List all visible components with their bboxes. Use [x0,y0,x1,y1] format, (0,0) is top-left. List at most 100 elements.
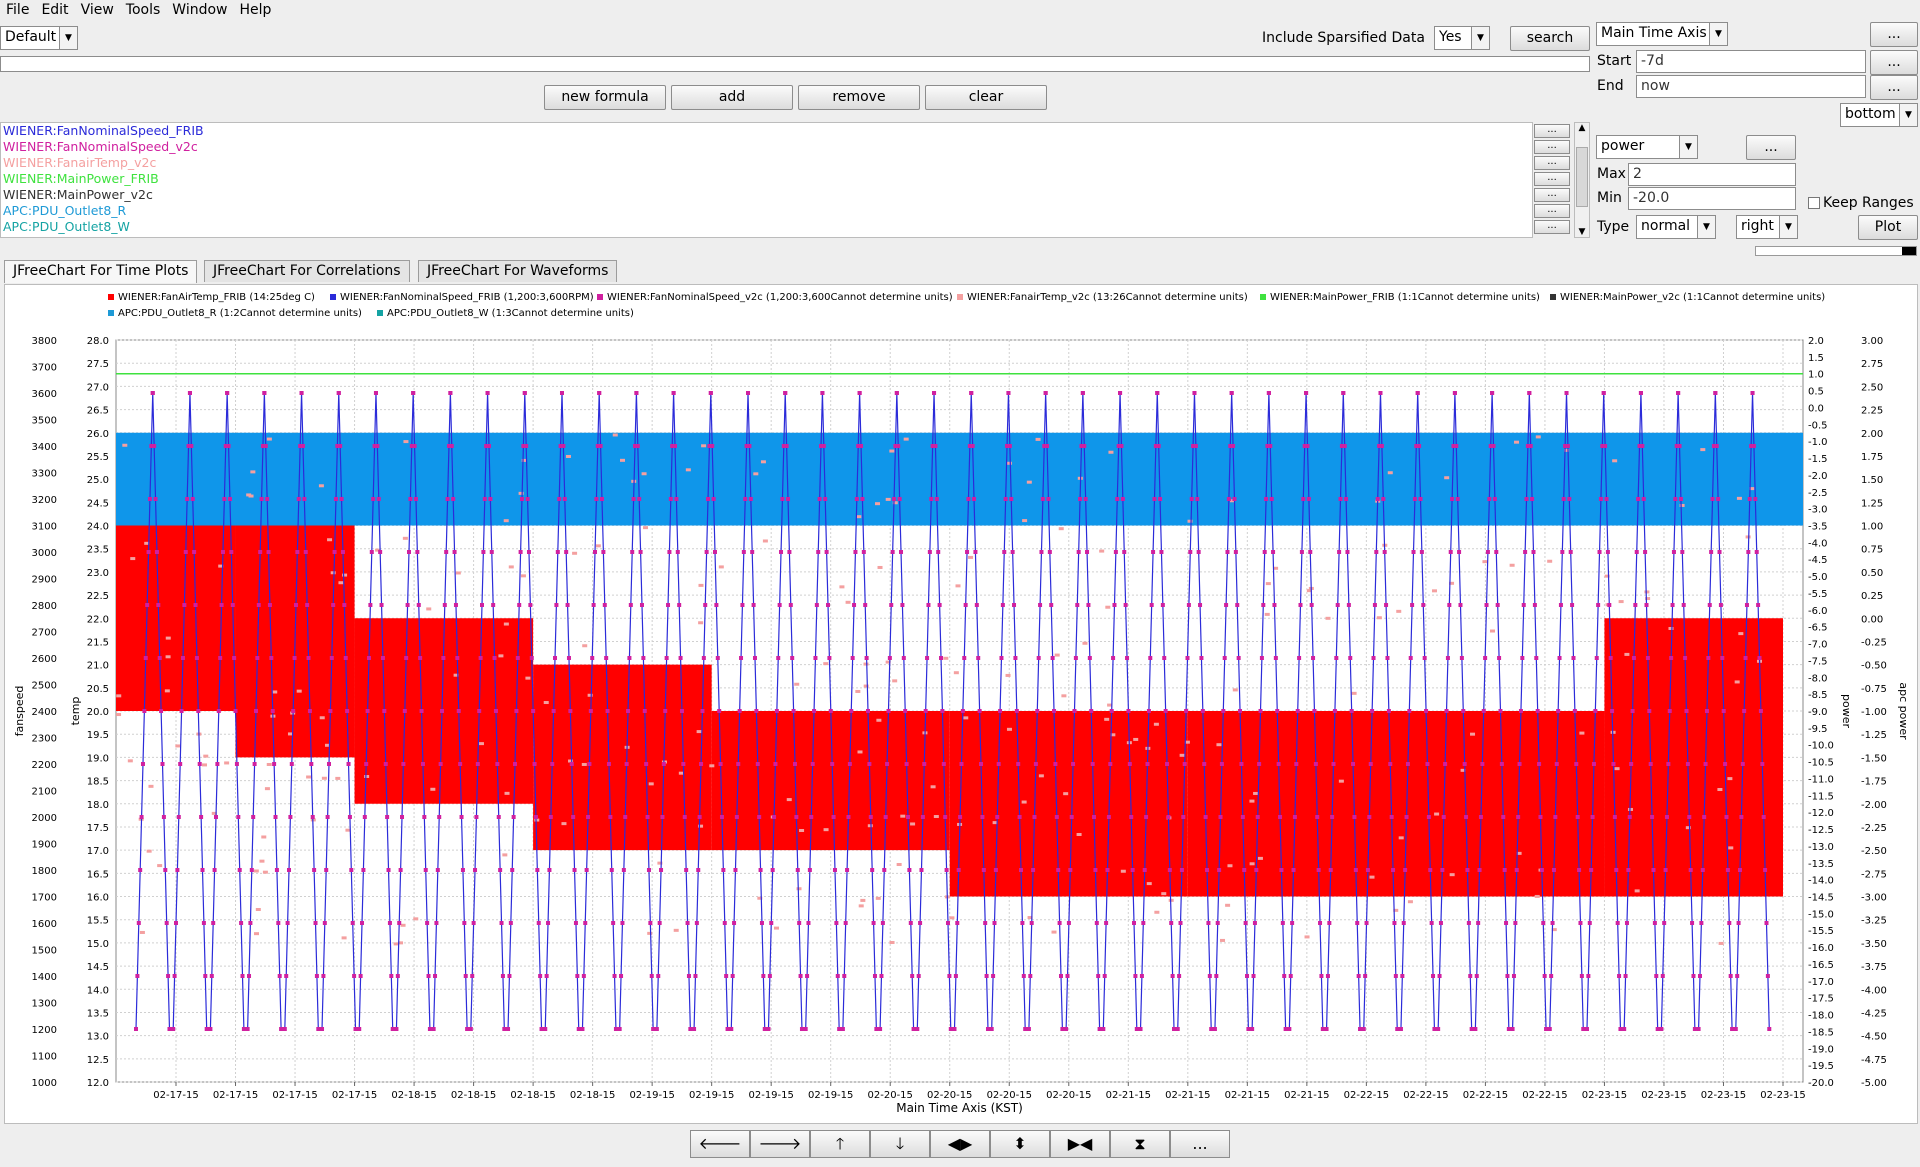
pv-edit-button[interactable]: ... [1534,140,1570,154]
fan-speed-point [843,921,848,925]
scroll-down-icon[interactable]: ▼ [1575,227,1589,237]
fan-speed-point [1410,603,1415,607]
temp-tick-label: 21.5 [87,637,109,648]
menu-edit[interactable]: Edit [35,0,74,20]
pv-list-item[interactable]: WIENER:MainPower_FRIB [1,171,1532,187]
fan-speed-point [1021,974,1026,978]
fan-speed-point [328,709,333,713]
end-field[interactable]: now [1636,75,1866,98]
max-field[interactable]: 2 [1628,163,1796,186]
fan-speed-point [571,815,576,819]
pv-list-item[interactable]: WIENER:MainPower_v2c [1,187,1532,203]
fan-speed-point [316,1027,321,1031]
menu-file[interactable]: File [0,0,35,20]
pv-edit-button[interactable]: ... [1534,220,1570,234]
time-tick-label: 02-19-15 [689,1090,734,1101]
fan-speed-point [1232,497,1237,501]
time-plot-chart[interactable]: WIENER:FanAirTemp_FRIB (14:25deg C) WIENE… [5,285,1917,1123]
fanair-temp-point [641,472,647,476]
more-icon[interactable]: ... [1170,1130,1230,1158]
pv-list-item[interactable]: WIENER:FanNominalSpeed_FRIB [1,123,1532,139]
pv-edit-button[interactable]: ... [1534,172,1570,186]
include-sparsified-select[interactable]: Yes ▼ [1434,26,1490,50]
fan-speed-point [856,444,861,448]
min-field[interactable]: -20.0 [1628,187,1796,210]
pv-edit-button[interactable]: ... [1534,188,1570,202]
value-axis-select[interactable]: power ▼ [1596,135,1698,159]
start-more-button[interactable]: ... [1870,50,1918,75]
fan-speed-point [595,444,600,448]
legend-swatch [377,310,383,316]
fan-speed-point [1601,391,1606,395]
menu-view[interactable]: View [75,0,120,20]
fanair-temp-point [1612,459,1618,463]
end-more-button[interactable]: ... [1870,75,1918,100]
max-label: Max [1597,166,1626,182]
pv-list-scrollbar[interactable]: ▲ ▼ [1574,122,1590,238]
pan-left-icon[interactable]: 🡐 [690,1130,750,1158]
pan-right-icon[interactable]: 🡒 [750,1130,810,1158]
fanair-temp-point [1038,774,1044,778]
start-field[interactable]: -7d [1636,50,1866,73]
new-formula-button[interactable]: new formula [544,85,666,110]
pv-edit-button[interactable]: ... [1534,204,1570,218]
fan-speed-point [828,709,833,713]
fan-speed-point [955,921,960,925]
remove-button[interactable]: remove [798,85,920,110]
pv-edit-button[interactable]: ... [1534,156,1570,170]
scroll-up-icon[interactable]: ▲ [1575,123,1589,133]
shrink-horizontal-icon[interactable]: ▶◀ [1050,1130,1110,1158]
pv-list-item[interactable]: WIENER:FanNominalSpeed_v2c [1,139,1532,155]
search-button[interactable]: search [1510,26,1590,51]
zoom-horizontal-icon[interactable]: ◀▶ [930,1130,990,1158]
scrollbar-thumb[interactable] [1576,147,1588,207]
fanair-temp-point [1745,535,1751,539]
fanair-temp-point [127,759,133,763]
fan-speed-point [1395,1027,1400,1031]
pan-down-icon[interactable]: 🡓 [870,1130,930,1158]
tab-correlations[interactable]: JFreeChart For Correlations [204,260,410,282]
shrink-vertical-icon[interactable]: ⧗ [1110,1130,1170,1158]
search-input[interactable] [0,56,1590,72]
fan-speed-point [249,868,254,872]
fan-speed-point [1002,550,1007,554]
fan-speed-point [1643,550,1648,554]
tab-time-plots[interactable]: JFreeChart For Time Plots [4,260,198,283]
fan-speed-point [185,497,190,501]
fan-speed-point [1085,550,1090,554]
profile-select[interactable]: Default ▼ [0,26,78,50]
fan-speed-point [340,550,345,554]
pv-list-item[interactable]: WIENER:FanairTemp_v2c [1,155,1532,171]
pv-list-item[interactable]: APC:PDU_Outlet8_R [1,203,1532,219]
menu-tools[interactable]: Tools [120,0,167,20]
fan-speed-point [762,1027,767,1031]
fan-speed-point [240,974,245,978]
fan-speed-point [813,656,818,660]
axis-side-select[interactable]: right ▼ [1736,215,1798,239]
pv-edit-button[interactable]: ... [1534,124,1570,138]
plot-button[interactable]: Plot [1858,215,1918,240]
pv-list-item[interactable]: APC:PDU_Outlet8_W [1,219,1532,235]
fan-speed-point [1753,497,1758,501]
fan-speed-point [1291,868,1296,872]
menu-help[interactable]: Help [234,0,278,20]
clear-button[interactable]: clear [925,85,1047,110]
axis-type-select[interactable]: normal ▼ [1636,215,1716,239]
fan-speed-point [373,391,378,395]
time-axis-select[interactable]: Main Time Axis ▼ [1596,22,1728,46]
fanair-temp-point [1220,938,1226,942]
keep-ranges-checkbox[interactable] [1808,197,1820,209]
value-axis-more-button[interactable]: ... [1746,135,1796,160]
fan-speed-point [1429,921,1434,925]
pan-up-icon[interactable]: 🡑 [810,1130,870,1158]
fan-speed-point [1572,709,1577,713]
apc-power-tick-label: 0.50 [1861,568,1883,579]
tab-waveforms[interactable]: JFreeChart For Waveforms [418,260,618,282]
time-axis-more-button[interactable]: ... [1870,22,1918,47]
add-button[interactable]: add [671,85,793,110]
time-axis-position-select[interactable]: bottom ▼ [1840,103,1918,127]
menu-window[interactable]: Window [166,0,233,20]
fan-speed-point [245,1027,250,1031]
zoom-vertical-icon[interactable]: ⬍ [990,1130,1050,1158]
fan-speed-point [569,762,574,766]
